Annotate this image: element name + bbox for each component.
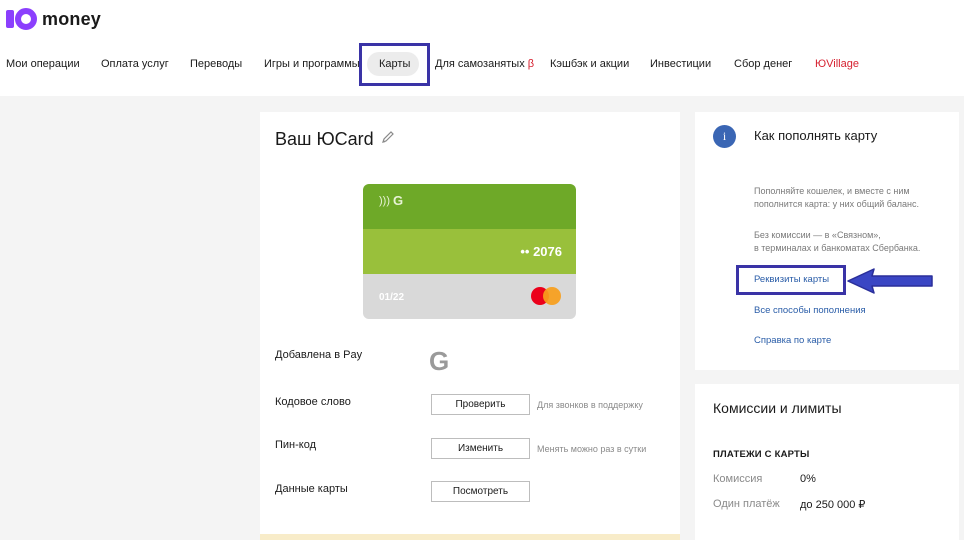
topup-text-1-line-2: пополнится карта: у них общий баланс.: [754, 199, 919, 209]
card-title: Ваш ЮCard: [275, 129, 374, 149]
main-nav: Мои операции Оплата услуг Переводы Игры …: [0, 58, 964, 72]
google-icon: G: [429, 346, 450, 376]
bank-card-image[interactable]: ))) G •• 2076 01/22: [363, 184, 576, 319]
check-codeword-button[interactable]: Проверить: [431, 394, 530, 415]
bottom-banner-strip: [260, 534, 680, 540]
annotation-arrow-icon: [847, 268, 933, 294]
single-payment-value: до 250 000 ₽: [800, 499, 866, 511]
nav-item-self-employed-label: Для самозанятых: [435, 58, 525, 70]
topup-text-1-line-1: Пополняйте кошелек, и вместе с ним: [754, 186, 910, 196]
brand-logo[interactable]: money: [6, 8, 101, 30]
card-data-label: Данные карты: [275, 483, 348, 495]
edit-pencil-icon[interactable]: [381, 130, 395, 144]
card-expiry: 01/22: [379, 292, 405, 303]
limits-subtitle: ПЛАТЕЖИ С КАРТЫ: [713, 449, 810, 460]
beta-badge: β: [527, 58, 535, 70]
brand-name: money: [42, 8, 102, 29]
info-icon: i: [713, 125, 736, 148]
topup-text-2-line-2: в терминалах и банкоматах Сбербанка.: [754, 243, 921, 253]
annotation-highlight-cards-tab: [359, 43, 430, 86]
nav-item-operations[interactable]: Мои операции: [6, 58, 80, 70]
change-pin-button[interactable]: Изменить: [431, 438, 530, 459]
topup-title: Как пополнять карту: [754, 128, 878, 143]
google-pay-icon: G: [393, 193, 404, 208]
commission-value: 0%: [800, 473, 816, 485]
topup-panel: i Как пополнять карту Пополняйте кошелек…: [695, 112, 959, 370]
annotation-highlight-requisites: [736, 265, 846, 295]
contactless-icon: ))): [379, 195, 390, 207]
nav-item-cashback[interactable]: Кэшбэк и акции: [550, 58, 629, 70]
topup-text-2: Без комиссии — в «Связном», в терминалах…: [754, 229, 920, 255]
nav-item-payments[interactable]: Оплата услуг: [101, 58, 169, 70]
nav-item-fundraising[interactable]: Сбор денег: [734, 58, 792, 70]
yoomoney-logo-icon: [6, 8, 38, 30]
commission-label: Комиссия: [713, 473, 763, 485]
codeword-label: Кодовое слово: [275, 396, 351, 408]
nav-item-village[interactable]: ЮVillage: [815, 58, 859, 70]
top-bar: money Мои операции Оплата услуг Переводы…: [0, 0, 964, 96]
pin-hint: Менять можно раз в сутки: [537, 444, 647, 454]
limits-title: Комиссии и лимиты: [713, 400, 842, 416]
card-panel: Ваш ЮCard ))) G •• 2076 01/22 Добавлена …: [260, 112, 680, 540]
nav-item-games[interactable]: Игры и программы: [264, 58, 360, 70]
nav-item-investments[interactable]: Инвестиции: [650, 58, 711, 70]
codeword-hint: Для звонков в поддержку: [537, 400, 643, 410]
topup-text-2-line-1: Без комиссии — в «Связном»,: [754, 230, 881, 240]
pin-label: Пин-код: [275, 439, 317, 451]
card-number-masked: •• 2076: [520, 244, 562, 259]
nav-item-self-employed[interactable]: Для самозанятых β: [435, 58, 534, 70]
all-topup-methods-link[interactable]: Все способы пополнения: [754, 305, 866, 316]
mastercard-logo-icon: [531, 287, 561, 305]
single-payment-label: Один платёж: [713, 498, 780, 510]
card-help-link[interactable]: Справка по карте: [754, 335, 831, 346]
limits-panel: Комиссии и лимиты ПЛАТЕЖИ С КАРТЫ Комисс…: [695, 384, 959, 540]
view-card-data-button[interactable]: Посмотреть: [431, 481, 530, 502]
added-to-pay-label: Добавлена в Pay: [275, 349, 363, 361]
topup-text-1: Пополняйте кошелек, и вместе с ним попол…: [754, 185, 919, 211]
nav-item-transfers[interactable]: Переводы: [190, 58, 242, 70]
